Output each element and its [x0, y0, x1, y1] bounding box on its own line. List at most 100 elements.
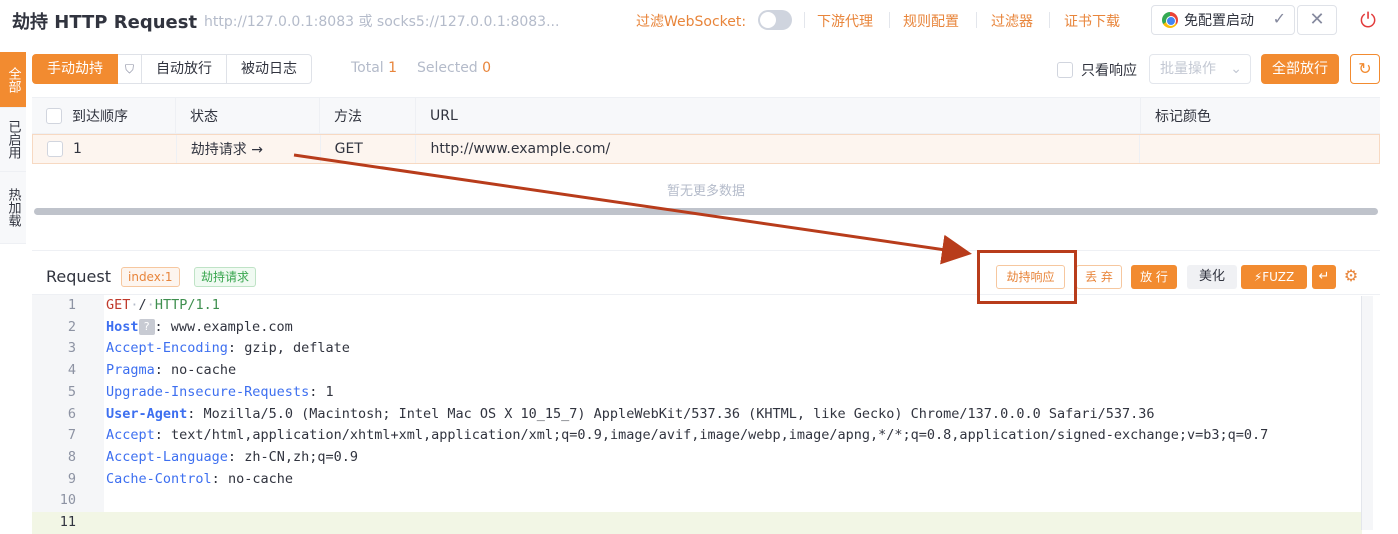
total-label: Total [351, 60, 384, 76]
chrome-launch-button[interactable]: 免配置启动 ✓ [1151, 5, 1295, 35]
code-line: 6 User-Agent: Mozilla/5.0 (Macintosh; Int… [32, 404, 1362, 426]
header-value: zh-CN,zh;q=0.9 [236, 448, 358, 465]
selected-counter: Selected 0 [417, 60, 491, 76]
line-number: 1 [67, 297, 76, 313]
header-line: Cache-Control: no-cache [106, 470, 293, 487]
table-header: 到达顺序 状态 方法 URL 标记颜色 [32, 98, 1380, 134]
row-order-value: 1 [73, 141, 82, 157]
page-title: 劫持 HTTP Request [12, 12, 198, 33]
header-key: Accept-Encoding [106, 340, 228, 357]
vertical-scrollbar[interactable] [1361, 296, 1373, 530]
code-line: 5 Upgrade-Insecure-Requests: 1 [32, 382, 1362, 404]
line-number: 6 [67, 405, 76, 422]
row-url: http://www.example.com/ [416, 135, 1141, 163]
line-number: 11 [59, 514, 76, 530]
code-line: 10 [32, 490, 1362, 512]
header-key: Accept [106, 427, 155, 444]
downstream-proxy-link[interactable]: 下游代理 [817, 11, 873, 31]
filter-websocket-toggle[interactable] [758, 10, 792, 30]
selected-label: Selected [417, 60, 478, 76]
line-wrap-icon[interactable]: ↵ [1312, 265, 1336, 289]
code-line: 8 Accept-Language: zh-CN,zh;q=0.9 [32, 447, 1362, 469]
code-line: 7 Accept: text/html,application/xhtml+xml… [32, 425, 1362, 447]
beautify-button[interactable]: 美化 [1187, 265, 1237, 289]
total-counter: Total 1 [351, 60, 397, 76]
http-protocol: HTTP/1.1 [154, 297, 220, 313]
rule-config-link[interactable]: 规则配置 [903, 11, 959, 31]
tab-manual-hijack[interactable]: 手动劫持 [32, 54, 118, 84]
power-icon[interactable]: ⏻ [1357, 9, 1379, 31]
row-method: GET [321, 135, 417, 163]
header-key: Cache-Control [106, 470, 212, 487]
status-tag: 劫持请求 [194, 267, 257, 287]
empty-text: 暂无更多数据 [666, 184, 745, 199]
only-response-checkbox[interactable]: 只看响应 [1057, 60, 1137, 80]
header-value: text/html,application/xhtml+xml,applicat… [162, 427, 1269, 444]
header-line: Accept: text/html,application/xhtml+xml,… [106, 427, 1269, 444]
check-icon: ✓ [1272, 9, 1286, 28]
hijack-table: 到达顺序 状态 方法 URL 标记颜色 1 劫持请求 → GET http://… [32, 97, 1380, 217]
fuzz-button[interactable]: ⚡FUZZ [1241, 265, 1307, 289]
header-key: Accept-Language [106, 448, 228, 465]
refresh-icon[interactable]: ↻ [1350, 54, 1380, 84]
header-value: no-cache [162, 362, 237, 379]
line-number: 10 [59, 492, 76, 509]
checkbox[interactable] [1057, 62, 1073, 78]
top-bar: 劫持 HTTP Request http://127.0.0.1:8083 或 … [0, 0, 1398, 40]
header-key: User-Agent [106, 405, 188, 422]
http-method: GET [106, 297, 131, 313]
col-method: 方法 [320, 98, 416, 133]
close-icon[interactable]: ✕ [1297, 5, 1337, 35]
horizontal-scrollbar[interactable] [34, 208, 1378, 215]
header-line: Accept-Encoding: gzip, deflate [106, 340, 350, 357]
tab-auto-release[interactable]: 自动放行 [142, 54, 227, 84]
header-line: Host?: www.example.com [106, 318, 293, 335]
selected-value: 0 [482, 60, 492, 76]
header-value: Mozilla/5.0 (Macintosh; Intel Mac OS X 1… [195, 405, 1155, 422]
proxy-address[interactable]: http://127.0.0.1:8083 或 socks5://127.0.0… [204, 11, 559, 31]
cert-download-link[interactable]: 证书下载 [1064, 11, 1120, 31]
gear-icon[interactable]: ⚙ [1341, 266, 1361, 286]
panel-divider[interactable] [32, 250, 1380, 251]
col-order-label: 到达顺序 [72, 108, 128, 125]
side-tab-all[interactable]: 全部 [0, 52, 26, 108]
request-editor[interactable]: 1 GET·/·HTTP/1.1 2 Host?: www.example.com … [32, 294, 1380, 534]
request-line: GET·/·HTTP/1.1 [106, 297, 220, 313]
divider [976, 12, 977, 28]
tab-passive-log[interactable]: 被动日志 [227, 54, 312, 84]
forward-button[interactable]: 放 行 [1131, 265, 1177, 289]
index-tag: index:1 [121, 267, 180, 287]
line-number: 5 [67, 383, 76, 400]
side-tab-hot-reload[interactable]: 热加载 [0, 172, 26, 244]
only-response-label: 只看响应 [1081, 63, 1137, 79]
line-number: 8 [67, 448, 76, 465]
filter-websocket-label: 过滤WebSocket: [636, 14, 747, 30]
side-tab-enabled[interactable]: 已启用 [0, 108, 26, 172]
row-mark-color [1140, 135, 1379, 163]
total-value: 1 [388, 60, 398, 76]
lightning-icon: ⚡ [1253, 270, 1263, 284]
select-all-checkbox[interactable] [46, 107, 62, 124]
filter-link[interactable]: 过滤器 [991, 11, 1033, 31]
col-mark-color: 标记颜色 [1155, 108, 1211, 125]
header-line: Accept-Language: zh-CN,zh;q=0.9 [106, 448, 358, 465]
batch-label: 批量操作 [1160, 61, 1216, 77]
side-tabs: 全部 已启用 热加载 [0, 52, 26, 244]
row-checkbox[interactable] [47, 141, 63, 157]
header-value: no-cache [219, 470, 293, 487]
header-key: Pragma [106, 362, 155, 379]
help-icon[interactable]: ? [138, 318, 155, 335]
line-number: 4 [67, 362, 76, 379]
divider [1049, 12, 1050, 28]
discard-button[interactable]: 丢 弃 [1076, 265, 1122, 289]
release-all-button[interactable]: 全部放行 [1261, 54, 1339, 84]
shield-icon[interactable]: ⛉ [118, 54, 142, 84]
code-line-current: 11 [32, 512, 1362, 534]
batch-operation-select[interactable]: 批量操作 ⌄ [1149, 54, 1251, 84]
code-line: 3 Accept-Encoding: gzip, deflate [32, 338, 1362, 360]
divider [889, 12, 890, 28]
table-row[interactable]: 1 劫持请求 → GET http://www.example.com/ [32, 134, 1380, 164]
col-status: 状态 [176, 98, 320, 133]
request-title: Request [46, 267, 111, 286]
fuzz-label: FUZZ [1262, 270, 1295, 284]
